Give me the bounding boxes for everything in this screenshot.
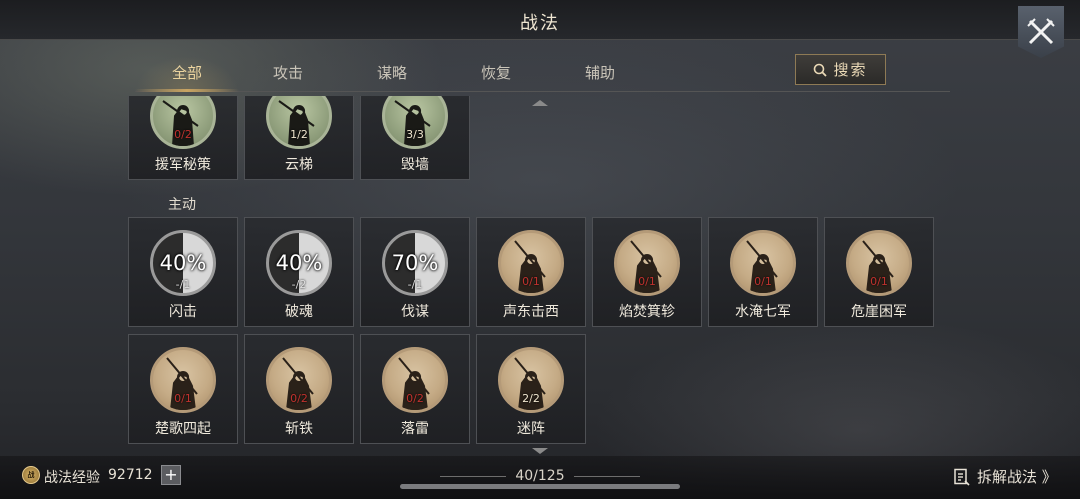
skill-count: -/1 <box>175 278 191 291</box>
skill-card[interactable]: 40% -/2 破魂 <box>244 217 354 327</box>
skill-card[interactable]: 0/1 楚歌四起 <box>128 334 238 444</box>
skill-card[interactable]: 0/1 水淹七军 <box>708 217 818 327</box>
skill-count: 0/1 <box>174 392 192 405</box>
crossed-swords-icon <box>1027 18 1055 45</box>
divider <box>440 476 506 477</box>
skill-card[interactable]: 0/2 援军秘策 <box>128 96 238 180</box>
skill-exp-icon: 战 <box>22 466 40 484</box>
skill-name: 水淹七军 <box>735 304 791 320</box>
skill-name: 落雷 <box>401 421 429 437</box>
skill-portrait: 40% -/2 <box>266 230 332 296</box>
skill-count: 1/2 <box>290 128 308 141</box>
skill-portrait: 0/2 <box>150 96 216 149</box>
skill-name: 破魂 <box>285 304 313 320</box>
skill-portrait: 40% -/1 <box>150 230 216 296</box>
skill-count: 0/2 <box>174 128 192 141</box>
skill-card[interactable]: 0/1 危崖困军 <box>824 217 934 327</box>
skill-count: 0/1 <box>638 275 656 288</box>
skill-grid: 0/2 援军秘策 1/2 云梯 3/3 毁墙 主动 40% -/1 闪击 40%… <box>128 96 948 452</box>
skill-portrait: 0/1 <box>730 230 796 296</box>
skill-count: 0/1 <box>754 275 772 288</box>
skill-name: 焰焚箕轸 <box>619 304 675 320</box>
skill-name: 毁墙 <box>401 157 429 173</box>
skill-portrait: 0/2 <box>382 347 448 413</box>
add-exp-button[interactable]: + <box>161 465 181 485</box>
skill-count: 0/1 <box>870 275 888 288</box>
search-button[interactable]: 搜索 <box>795 54 886 85</box>
skill-name: 楚歌四起 <box>155 421 211 437</box>
skill-portrait: 0/1 <box>614 230 680 296</box>
page-title: 战法 <box>520 13 560 34</box>
scroll-down-arrow-icon[interactable] <box>532 448 548 454</box>
skill-progress-percent: 40% <box>159 251 207 275</box>
list-document-icon <box>954 468 970 486</box>
skill-portrait: 2/2 <box>498 347 564 413</box>
divider <box>574 476 640 477</box>
skill-card[interactable]: 70% -/1 伐谋 <box>360 217 470 327</box>
dismantle-skill-label: 拆解战法 》 <box>977 468 1057 486</box>
search-icon <box>814 63 828 77</box>
horizontal-scrollbar[interactable] <box>400 484 680 489</box>
skill-portrait: 0/1 <box>150 347 216 413</box>
top-bar: 战法 <box>0 0 1080 40</box>
skill-count: 0/2 <box>290 392 308 405</box>
skill-count: 0/1 <box>522 275 540 288</box>
skill-card[interactable]: 1/2 云梯 <box>244 96 354 180</box>
skill-card[interactable]: 40% -/1 闪击 <box>128 217 238 327</box>
skill-card[interactable]: 0/2 落雷 <box>360 334 470 444</box>
skill-card[interactable]: 0/1 焰焚箕轸 <box>592 217 702 327</box>
skill-exp-value: 92712 <box>108 467 153 483</box>
skill-card[interactable]: 3/3 毁墙 <box>360 96 470 180</box>
skill-count: 0/2 <box>406 392 424 405</box>
skill-card[interactable]: 0/2 斩铁 <box>244 334 354 444</box>
skill-portrait: 70% -/1 <box>382 230 448 296</box>
page-count: 40/125 <box>515 468 565 484</box>
skill-name: 迷阵 <box>517 421 545 437</box>
skill-card[interactable]: 0/1 声东击西 <box>476 217 586 327</box>
skill-count: 3/3 <box>406 128 424 141</box>
skill-portrait: 0/1 <box>846 230 912 296</box>
skill-name: 闪击 <box>169 304 197 320</box>
skill-name: 援军秘策 <box>155 157 211 173</box>
search-label: 搜索 <box>833 61 868 79</box>
tab-attack[interactable]: 攻击 <box>236 62 340 90</box>
tab-all[interactable]: 全部 <box>135 56 239 92</box>
skill-exp-label: 战法经验 <box>44 470 100 486</box>
tab-recovery[interactable]: 恢复 <box>444 62 548 90</box>
skill-name: 危崖困军 <box>851 304 907 320</box>
skill-portrait: 3/3 <box>382 96 448 149</box>
skill-name: 伐谋 <box>401 304 429 320</box>
skill-count: 2/2 <box>522 392 540 405</box>
tab-support[interactable]: 辅助 <box>548 62 652 90</box>
skill-progress-percent: 70% <box>391 251 439 275</box>
skill-portrait: 0/1 <box>498 230 564 296</box>
skill-name: 云梯 <box>285 157 313 173</box>
skill-progress-percent: 40% <box>275 251 323 275</box>
skill-name: 斩铁 <box>285 421 313 437</box>
skill-card[interactable]: 2/2 迷阵 <box>476 334 586 444</box>
skill-count: -/2 <box>291 278 307 291</box>
tab-strategy[interactable]: 谋略 <box>340 62 444 90</box>
skill-portrait: 0/2 <box>266 347 332 413</box>
skill-count: -/1 <box>407 278 423 291</box>
skill-portrait: 1/2 <box>266 96 332 149</box>
skill-name: 声东击西 <box>503 304 559 320</box>
dismantle-skill-button[interactable]: 拆解战法 》 <box>953 466 1057 487</box>
section-label-active: 主动 <box>168 197 196 213</box>
